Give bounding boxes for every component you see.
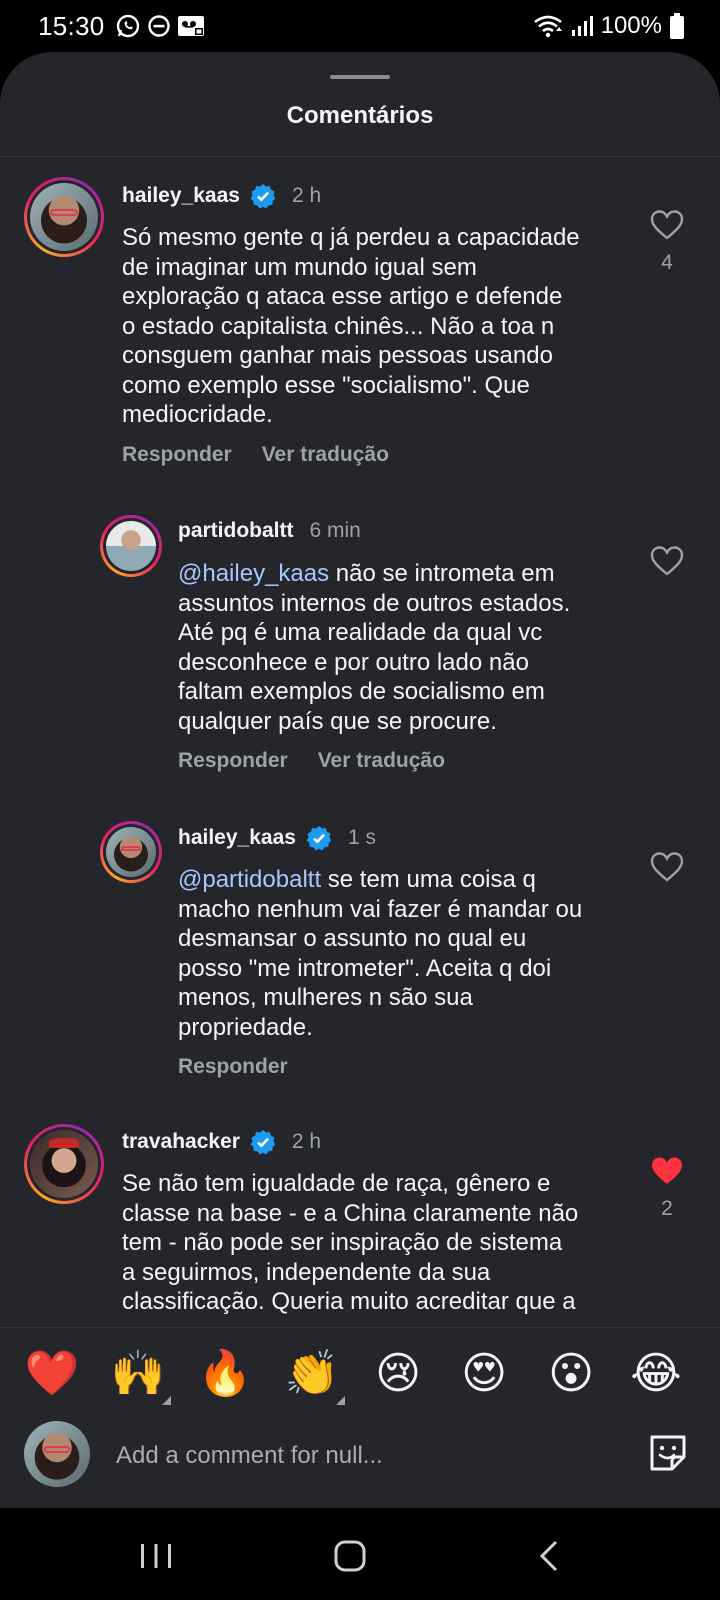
reply-button[interactable]: Responder [178, 749, 288, 773]
reply-button[interactable]: Responder [178, 1055, 288, 1079]
voicemail-icon [177, 16, 204, 36]
emoji-heart-eyes-button[interactable]: 😍 [456, 1346, 512, 1402]
mention-link[interactable]: @partidobaltt [178, 866, 321, 893]
comment-username[interactable]: travahacker [122, 1130, 240, 1154]
comment-username[interactable]: hailey_kaas [178, 826, 296, 850]
emoji-variants-indicator [162, 1396, 171, 1405]
comment-text: Se não tem igualdade de raça, gênero e c… [122, 1169, 622, 1317]
avatar[interactable] [24, 177, 104, 257]
comment-time: 2 h [291, 184, 322, 207]
comment-text-line: a seguirmos, independente da sua [122, 1258, 491, 1286]
mention-link[interactable]: @hailey_kaas [178, 560, 329, 587]
avatar[interactable] [100, 515, 162, 577]
comment-text-line: @partidobaltt se tem uma coisa q [178, 865, 628, 895]
reply-button[interactable]: Responder [122, 443, 232, 467]
comment-time: 6 min [309, 519, 361, 542]
status-time: 15:30 [38, 10, 105, 41]
comment-text-line: macho nenhum vai fazer é mandar ou [178, 895, 583, 923]
wifi-icon [533, 15, 562, 38]
comment-composer [0, 1417, 720, 1508]
emoji-heart-button[interactable]: ❤️ [24, 1346, 80, 1402]
status-system-icons: 100% [533, 12, 684, 40]
comment-actions: Responder Ver tradução [122, 443, 389, 467]
see-translation-button[interactable]: Ver tradução [262, 443, 389, 467]
heart-filled-icon[interactable] [650, 1155, 684, 1187]
comment-text-line: classe na base - e a China claramente nã… [122, 1199, 579, 1227]
avatar[interactable] [24, 1124, 104, 1204]
comment-text-line: Até pq é uma realidade da qual vc [178, 619, 543, 646]
emoji-raised-hands-button[interactable]: 🙌 [110, 1346, 166, 1402]
emoji-crying-button[interactable]: 😢 [370, 1346, 426, 1402]
whatsapp-icon [116, 14, 139, 38]
comment-actions: Responder [178, 1055, 288, 1079]
current-user-avatar [24, 1421, 90, 1487]
emoji-reaction-bar: ❤️ 🙌 🔥 👏 😢 😍 😮 😂 [0, 1327, 720, 1417]
status-bar: 15:30 100% [0, 0, 720, 52]
verified-badge-icon [250, 184, 276, 209]
comment-input[interactable] [116, 1439, 596, 1473]
verified-badge-icon [250, 1130, 276, 1155]
heart-outline-icon[interactable] [650, 545, 684, 577]
avatar[interactable] [100, 821, 162, 883]
sheet-title: Comentários [286, 102, 434, 129]
comment-text-line: classificação. Queria muito acreditar qu… [122, 1288, 576, 1315]
emoji-fire-button[interactable]: 🔥 [197, 1346, 253, 1402]
heart-outline-icon[interactable] [650, 209, 684, 241]
comment-text-line: Só mesmo gente q já perdeu a capacidade [122, 224, 580, 251]
comment-header: hailey_kaas 1 s [178, 825, 376, 851]
comment-text-line: desmansar o assunto no qual eu [178, 925, 527, 952]
comment-text-line: de imaginar um mundo igual sem [122, 253, 477, 281]
emoji-variants-indicator [336, 1396, 345, 1405]
comment-header: partidobaltt 6 min [178, 519, 361, 543]
see-translation-button[interactable]: Ver tradução [318, 749, 445, 773]
comment-text-line: desconhece e por outro lado não [178, 648, 529, 676]
battery-icon [670, 13, 684, 39]
comment-time: 2 h [291, 1130, 322, 1153]
comment-text-line: o estado capitalista chinês... Não a toa… [122, 312, 555, 340]
status-notification-icons [115, 13, 205, 39]
comment-text-line: exploração q ataca esse artigo e defende [122, 283, 563, 310]
comment-time: 1 s [347, 826, 376, 849]
verified-badge-icon [306, 826, 332, 851]
system-nav-bar [0, 1508, 720, 1600]
heart-outline-icon[interactable] [650, 851, 684, 883]
recent-apps-icon[interactable] [136, 1538, 176, 1574]
comment-text: Só mesmo gente q já perdeu a capacidade … [122, 223, 622, 430]
signal-icon [571, 16, 593, 36]
comment-list[interactable]: hailey_kaas 2 h Só mesmo gente q já perd… [0, 157, 720, 1379]
comment-text-line: @hailey_kaas não se intrometa em [178, 559, 628, 589]
emoji-clap-button[interactable]: 👏 [284, 1346, 340, 1402]
comment-text-line: menos, mulheres n são sua [178, 984, 473, 1011]
do-not-disturb-icon [147, 15, 170, 37]
comment-text-line: faltam exemplos de socialismo em [178, 678, 545, 705]
drag-handle[interactable] [330, 75, 390, 79]
comment-username[interactable]: partidobaltt [178, 519, 294, 543]
comment-text-line: tem - não pode ser inspiração de sistema [122, 1229, 563, 1256]
comment-text-line: qualquer país que se procure. [178, 707, 497, 735]
comment-text-line: mediocridade. [122, 401, 273, 428]
comment-text: @hailey_kaas não se intrometa em assunto… [178, 559, 628, 736]
comment-header: travahacker 2 h [122, 1129, 321, 1155]
comment-actions: Responder Ver tradução [178, 749, 445, 773]
comment-text-line: consguem ganhar mais pessoas usando [122, 342, 553, 369]
comment-text-segment: se tem uma coisa q [321, 866, 536, 893]
comments-sheet: Comentários hailey_kaas 2 h Só mesmo gen… [0, 52, 720, 1508]
comment-text-line: assuntos internos de outros estados. [178, 589, 571, 617]
comment-header: hailey_kaas 2 h [122, 183, 321, 209]
emoji-laughing-button[interactable]: 😂 [628, 1346, 684, 1402]
comment-text-line: Se não tem igualdade de raça, gênero e [122, 1170, 551, 1197]
comment-username[interactable]: hailey_kaas [122, 184, 240, 208]
battery-percentage: 100% [600, 12, 662, 39]
comment-text-line: posso "me intrometer". Aceita q doi [178, 954, 552, 982]
home-icon[interactable] [330, 1538, 370, 1574]
sticker-icon[interactable] [646, 1431, 690, 1475]
like-count: 2 [661, 1197, 673, 1220]
back-icon[interactable] [530, 1538, 570, 1574]
emoji-surprised-button[interactable]: 😮 [543, 1346, 599, 1402]
comment-text-segment: não se intrometa em [329, 560, 555, 587]
like-count: 4 [661, 251, 673, 274]
comment-text-line: como exemplo esse "socialismo". Que [122, 371, 530, 399]
comment-text-line: propriedade. [178, 1013, 313, 1041]
comment-text: @partidobaltt se tem uma coisa q macho n… [178, 865, 628, 1042]
